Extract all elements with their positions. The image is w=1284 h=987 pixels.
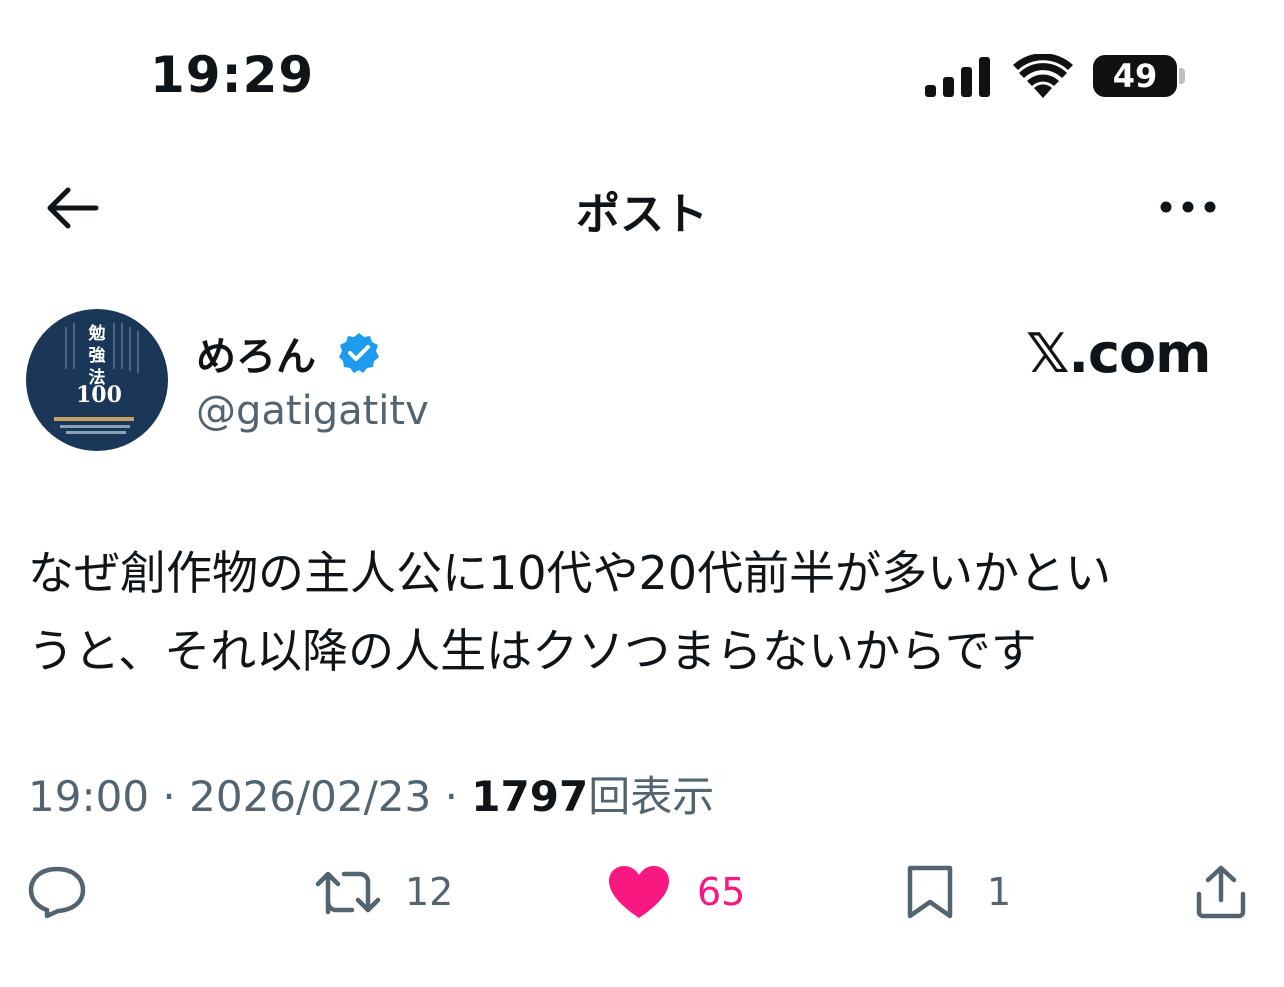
view-label: 回表示 — [588, 772, 715, 821]
avatar-number: 100 — [76, 382, 122, 408]
battery-tip — [1179, 68, 1185, 84]
retweet-icon[interactable] — [314, 866, 382, 918]
meta-separator: · — [444, 772, 458, 821]
post-text-line-2: うと、それ以降の人生はクソつまらないからです — [28, 624, 1037, 678]
bookmark-count: 1 — [987, 870, 1012, 914]
bookmark-icon[interactable] — [905, 864, 955, 920]
signal-icon — [925, 57, 990, 97]
avatar[interactable]: 勉強法 100 — [26, 309, 168, 451]
share-icon[interactable] — [1194, 864, 1248, 920]
author-name[interactable]: めろん — [196, 324, 316, 382]
reply-icon[interactable] — [28, 865, 86, 919]
like-count: 65 — [697, 870, 746, 914]
more-horizontal-icon[interactable] — [1158, 197, 1218, 217]
post-metadata: 19:00 · 2026/02/23 · 1797回表示 — [28, 763, 714, 824]
wifi-icon — [1013, 54, 1073, 98]
post-text: なぜ創作物の主人公に10代や20代前半が多いかとい うと、それ以降の人生はクソつ… — [28, 534, 1228, 690]
heart-icon[interactable] — [607, 864, 671, 920]
author-handle[interactable]: @gatigatitv — [196, 388, 429, 434]
source-logo: 𝕏.com — [1026, 322, 1211, 385]
page-title: ポスト — [576, 189, 708, 240]
retweet-count: 12 — [405, 870, 454, 914]
post-text-line-1: なぜ創作物の主人公に10代や20代前半が多いかとい — [28, 546, 1112, 600]
meta-separator: · — [162, 772, 176, 821]
avatar-title-text: 勉強法 — [88, 324, 106, 388]
post-time[interactable]: 19:00 — [28, 772, 149, 821]
verified-badge-icon — [339, 333, 379, 373]
post-date[interactable]: 2026/02/23 — [189, 772, 431, 821]
status-time: 19:29 — [150, 46, 315, 104]
battery-level: 49 — [1112, 57, 1158, 95]
view-count[interactable]: 1797 — [471, 772, 588, 821]
